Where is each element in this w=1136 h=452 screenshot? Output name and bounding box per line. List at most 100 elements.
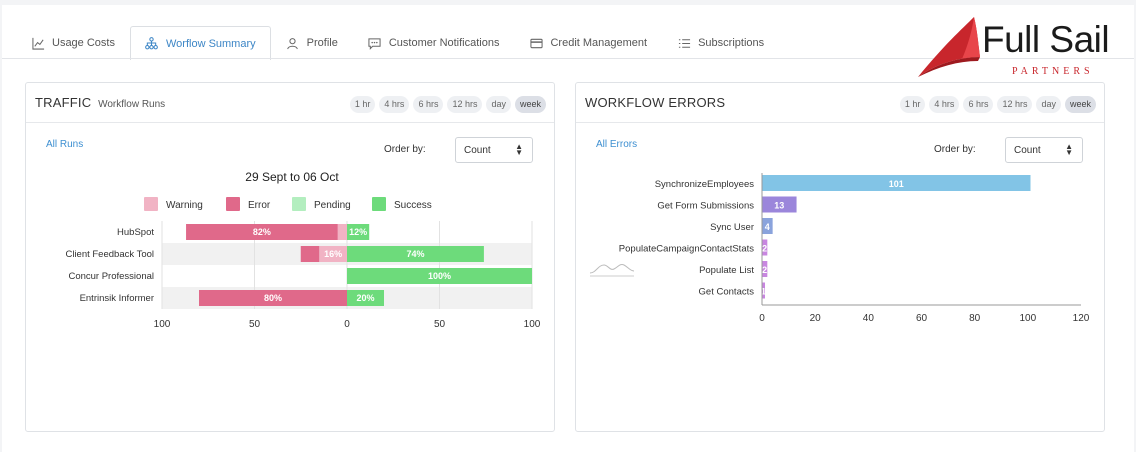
workflow-errors-panel: WORKFLOW ERRORS 1 hr 4 hrs 6 hrs 12 hrs … [575,82,1105,432]
legend-swatch-warning [144,197,158,211]
traffic-title: TRAFFIC [35,95,92,110]
legend-label-warning: Warning [166,200,203,211]
order-by-value: Count [1014,145,1041,156]
error-data-label: 2 [762,265,767,275]
category-label: Sync User [710,222,754,233]
category-label: SynchronizeEmployees [655,179,755,190]
line-chart-icon [31,36,45,50]
category-label: Get Contacts [699,287,755,298]
order-by-value: Count [464,145,491,156]
legend-label-error: Error [248,200,271,211]
legend-swatch-pending [292,197,306,211]
success-data-label: 100% [428,271,451,281]
legend-label-pending: Pending [314,200,351,211]
category-label: Entrinsik Informer [80,293,154,304]
tab-subscriptions[interactable]: Subscriptions [662,26,779,59]
time-pill-12hrs[interactable]: 12 hrs [997,96,1033,113]
traffic-panel-header: TRAFFIC Workflow Runs 1 hr 4 hrs 6 hrs 1… [26,83,554,123]
x-tick-label: 0 [344,319,350,330]
category-label: Populate List [699,265,754,276]
time-pill-day[interactable]: day [1036,96,1061,113]
time-pill-day[interactable]: day [486,96,511,113]
x-tick-label: 120 [1073,313,1090,324]
legend-swatch-error [226,197,240,211]
list-icon [677,36,691,50]
tab-credit-management[interactable]: Credit Management [514,26,662,59]
panel-title: TRAFFIC Workflow Runs [35,95,165,110]
time-pill-1hr[interactable]: 1 hr [899,96,926,113]
workflow-icon [145,37,159,51]
time-pill-4hrs[interactable]: 4 hrs [379,96,410,113]
tab-bar: Usage Costs Worflow Summary Profile Cust… [16,26,779,60]
select-caret-icon: ▲ ▼ [515,142,523,157]
tab-label: Credit Management [550,37,648,49]
category-label: PopulateCampaignContactStats [619,244,754,255]
time-range-selector: 1 hr 4 hrs 6 hrs 12 hrs day week [349,96,546,113]
success-data-label: 12% [349,227,367,237]
error-data-label: 4 [765,222,770,232]
tab-customer-notifications[interactable]: Customer Notifications [353,26,515,59]
x-tick-label: 40 [863,313,875,324]
error-data-label: 80% [264,293,282,303]
error-bar [300,246,320,262]
traffic-subtitle: Workflow Runs [98,99,166,110]
success-data-label: 20% [356,293,374,303]
tab-label: Customer Notifications [388,37,500,49]
time-pill-1hr[interactable]: 1 hr [349,96,376,113]
x-tick-label: 50 [434,319,446,330]
traffic-panel: TRAFFIC Workflow Runs 1 hr 4 hrs 6 hrs 1… [25,82,555,432]
x-tick-label: 0 [759,313,765,324]
warning-data-label: 16% [324,249,342,259]
full-sail-partners-logo: Full Sail PARTNERS [914,15,1124,79]
x-tick-label: 20 [810,313,822,324]
tab-workflow-summary[interactable]: Worflow Summary [129,26,271,60]
sail-logo-icon [918,17,980,77]
time-pill-6hrs[interactable]: 6 hrs [413,96,444,113]
tab-label: Worflow Summary [165,37,256,50]
errors-panel-header: WORKFLOW ERRORS 1 hr 4 hrs 6 hrs 12 hrs … [576,83,1104,123]
error-data-label: 82% [253,227,271,237]
warning-bar [337,224,347,240]
time-pill-week[interactable]: week [514,96,546,113]
chat-icon [368,36,382,50]
category-label: HubSpot [117,227,154,238]
chart-title: 29 Sept to 06 Oct [245,170,339,184]
tab-label: Subscriptions [698,37,765,49]
errors-title: WORKFLOW ERRORS [585,95,726,110]
time-pill-6hrs[interactable]: 6 hrs [963,96,994,113]
category-label: Get Form Submissions [657,201,754,212]
time-pill-4hrs[interactable]: 4 hrs [929,96,960,113]
tab-label: Usage Costs [52,37,115,49]
x-tick-label: 60 [916,313,928,324]
x-tick-label: 100 [1019,313,1036,324]
error-data-label: 2 [762,244,767,254]
order-by-label: Order by: [934,144,976,155]
legend-label-success: Success [394,200,432,211]
order-by-select[interactable]: Count ▲ ▼ [455,137,533,163]
x-tick-label: 100 [524,319,541,330]
category-label: Client Feedback Tool [65,249,154,260]
order-by-select[interactable]: Count ▲ ▼ [1005,137,1083,163]
time-pill-12hrs[interactable]: 12 hrs [447,96,483,113]
all-runs-link[interactable]: All Runs [46,139,83,150]
traffic-chart: 29 Sept to 06 Oct Warning Error Pending Succ… [65,170,541,330]
time-pill-week[interactable]: week [1064,96,1096,113]
order-by-label: Order by: [384,144,426,155]
tab-profile[interactable]: Profile [271,26,353,59]
errors-chart: SynchronizeEmployees 101 Get Form Submissi… [619,173,1090,324]
error-data-label: 13 [774,201,784,211]
category-label: Concur Professional [68,271,154,282]
credit-card-icon [529,36,543,50]
legend-swatch-success [372,197,386,211]
x-tick-label: 50 [249,319,261,330]
app-window: Usage Costs Worflow Summary Profile Cust… [2,5,1134,452]
tab-usage-costs[interactable]: Usage Costs [16,26,130,59]
all-errors-link[interactable]: All Errors [596,139,637,150]
user-icon [286,36,300,50]
x-tick-label: 80 [969,313,981,324]
logo-wordmark: Full Sail [982,19,1110,60]
x-tick-label: 100 [154,319,171,330]
success-data-label: 74% [406,249,424,259]
select-caret-icon: ▲ ▼ [1065,142,1073,157]
logo-subtitle: PARTNERS [1012,66,1094,77]
